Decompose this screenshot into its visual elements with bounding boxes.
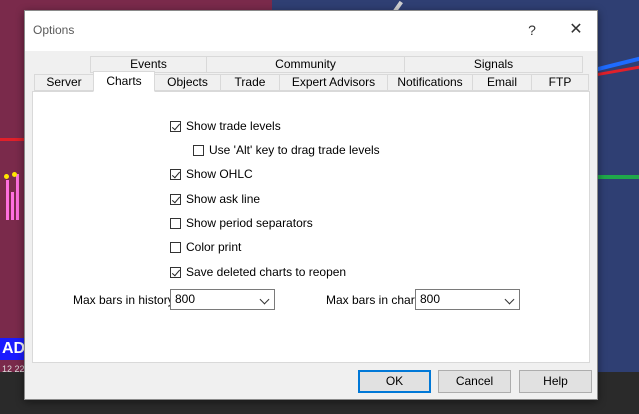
checkbox-box[interactable]: [170, 217, 181, 229]
tab-objects[interactable]: Objects: [154, 74, 221, 91]
options-dialog: Options ? ✕ Events Community Signals Ser…: [24, 10, 598, 400]
cancel-button[interactable]: Cancel: [438, 370, 511, 393]
checkbox-label: Show OHLC: [186, 167, 253, 181]
tab-ftp[interactable]: FTP: [531, 74, 589, 91]
tab-charts[interactable]: Charts: [93, 71, 155, 92]
chart-candle: [11, 192, 14, 220]
checkbox-label: Save deleted charts to reopen: [186, 265, 347, 279]
help-icon[interactable]: ?: [522, 20, 542, 40]
checkbox-label: Use 'Alt' key to drag trade levels: [209, 143, 380, 157]
show-period-separators-checkbox[interactable]: Show period separators: [170, 215, 313, 231]
checkbox-box[interactable]: [170, 120, 181, 132]
checkbox-label: Show ask line: [186, 192, 261, 206]
max-bars-history-label: Max bars in history:: [73, 293, 178, 307]
tab-email[interactable]: Email: [472, 74, 532, 91]
color-print-checkbox[interactable]: Color print: [170, 239, 241, 255]
chevron-down-icon: [504, 294, 515, 305]
tab-server[interactable]: Server: [34, 74, 94, 91]
show-ask-line-checkbox[interactable]: Show ask line: [170, 191, 260, 207]
tab-strip: Events Community Signals Server Charts O…: [34, 55, 589, 92]
checkbox-label: Color print: [186, 240, 242, 254]
select-value: 800: [420, 292, 441, 306]
checkbox-box[interactable]: [170, 193, 181, 205]
tab-community[interactable]: Community: [206, 56, 405, 73]
show-trade-levels-checkbox[interactable]: Show trade levels: [170, 118, 281, 134]
checkbox-box[interactable]: [193, 144, 204, 156]
max-bars-history-select[interactable]: 800: [170, 289, 275, 310]
tab-expert-advisors[interactable]: Expert Advisors: [279, 74, 388, 91]
close-icon[interactable]: ✕: [566, 20, 586, 40]
checkbox-box[interactable]: [170, 168, 181, 180]
charts-tab-page: Show trade levels Use 'Alt' key to drag …: [32, 91, 590, 363]
alt-drag-checkbox[interactable]: Use 'Alt' key to drag trade levels: [193, 142, 380, 158]
save-deleted-charts-checkbox[interactable]: Save deleted charts to reopen: [170, 264, 346, 280]
checkbox-label: Show trade levels: [186, 119, 281, 133]
chart-marker: [4, 174, 9, 179]
tab-notifications[interactable]: Notifications: [387, 74, 473, 91]
show-ohlc-checkbox[interactable]: Show OHLC: [170, 166, 253, 182]
dialog-title: Options: [33, 23, 75, 37]
chevron-down-icon: [259, 294, 270, 305]
checkbox-box[interactable]: [170, 266, 181, 278]
ok-button[interactable]: OK: [358, 370, 431, 393]
checkbox-box[interactable]: [170, 241, 181, 253]
chart-candle: [6, 180, 9, 220]
max-bars-chart-label: Max bars in chart:: [326, 293, 422, 307]
chart-candles: [4, 170, 24, 220]
tab-trade[interactable]: Trade: [220, 74, 280, 91]
chart-symbol-label: AD: [0, 338, 26, 360]
chart-level-line: [596, 175, 639, 179]
checkbox-label: Show period separators: [186, 216, 313, 230]
title-bar[interactable]: Options ? ✕: [25, 11, 597, 51]
select-value: 800: [175, 292, 196, 306]
chart-candle: [16, 174, 19, 220]
tab-signals[interactable]: Signals: [404, 56, 583, 73]
help-button[interactable]: Help: [519, 370, 592, 393]
chart-marker: [12, 172, 17, 177]
max-bars-chart-select[interactable]: 800: [415, 289, 520, 310]
